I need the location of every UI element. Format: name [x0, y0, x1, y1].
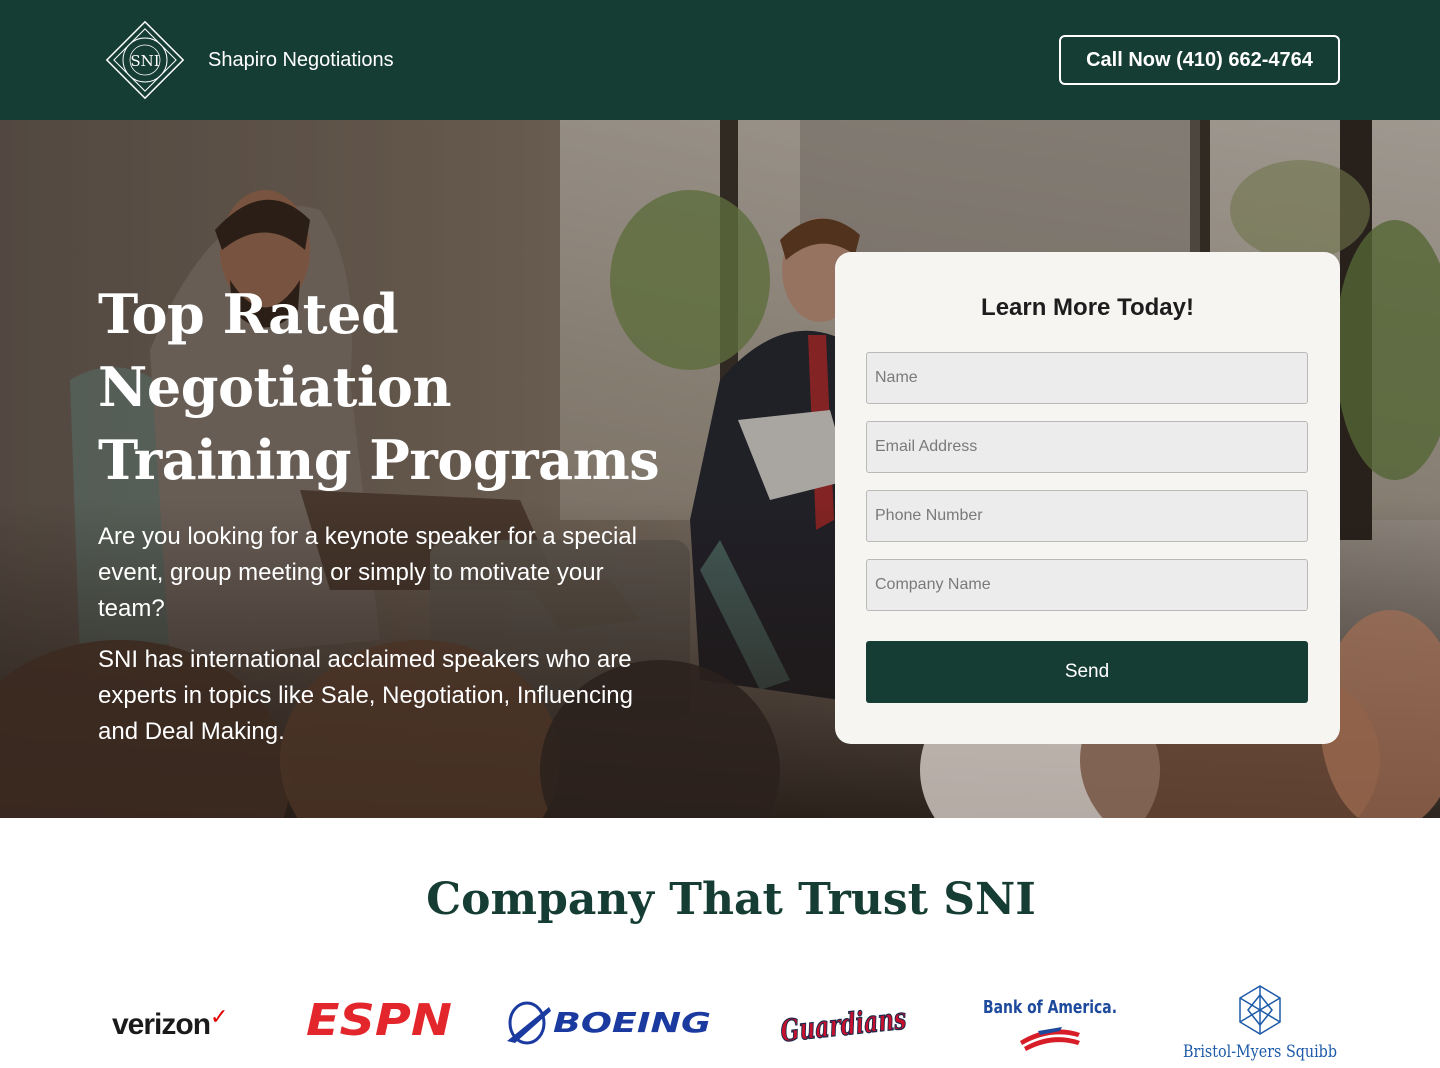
- guardians-logo: Guardians: [777, 995, 909, 1052]
- boeing-wordmark: BOEING: [553, 1006, 711, 1039]
- bms-wordmark: Bristol-Myers Squibb: [1183, 1042, 1337, 1062]
- lead-form: Learn More Today! Send: [835, 252, 1340, 744]
- brand-name[interactable]: Shapiro Negotiations: [208, 49, 394, 72]
- client-logos: verizon✓ ESPN BOEING Guardians Bank of A…: [0, 975, 1440, 1065]
- call-now-button[interactable]: Call Now (410) 662-4764: [1059, 35, 1340, 85]
- bank-of-america-logo: Bank of America.: [980, 993, 1120, 1060]
- phone-field[interactable]: [866, 490, 1308, 542]
- email-field[interactable]: [866, 421, 1308, 473]
- company-input[interactable]: [875, 576, 1299, 594]
- espn-logo: ESPN: [304, 995, 454, 1046]
- hero-intro-paragraph: Are you looking for a keynote speaker fo…: [98, 523, 637, 622]
- verizon-wordmark: verizon: [112, 1008, 211, 1041]
- espn-wordmark: ESPN: [306, 999, 452, 1041]
- boa-flag-icon: [1020, 1027, 1080, 1051]
- hero-title: Top Rated Negotiation Training Programs: [98, 282, 660, 492]
- guardians-wordmark: Guardians: [779, 1001, 908, 1047]
- bristol-myers-squibb-logo: Bristol-Myers Squibb: [1180, 983, 1340, 1068]
- form-title: Learn More Today!: [981, 294, 1194, 321]
- brand[interactable]: SNI Shapiro Negotiations: [102, 17, 394, 103]
- hero-description-paragraph: SNI has international acclaimed speakers…: [98, 646, 633, 745]
- hero-text: Top Rated Negotiation Training Programs …: [98, 278, 718, 750]
- send-button[interactable]: Send: [866, 641, 1308, 703]
- boeing-logo: BOEING: [505, 995, 715, 1056]
- logo-monogram: SNI: [130, 52, 159, 70]
- sni-logo[interactable]: SNI: [102, 17, 188, 103]
- company-field[interactable]: [866, 559, 1308, 611]
- site-header: SNI Shapiro Negotiations Call Now (410) …: [0, 0, 1440, 120]
- email-input[interactable]: [875, 438, 1299, 456]
- trust-section-title: Company That Trust SNI: [426, 874, 1036, 925]
- name-field[interactable]: [866, 352, 1308, 404]
- sni-diamond-logo-icon: SNI: [105, 20, 185, 100]
- name-input[interactable]: [875, 369, 1299, 387]
- boa-wordmark: Bank of America.: [983, 997, 1117, 1018]
- hero-section: Top Rated Negotiation Training Programs …: [0, 120, 1440, 818]
- bms-star-icon: [1239, 985, 1281, 1035]
- phone-input[interactable]: [875, 507, 1299, 525]
- verizon-logo: verizon✓: [112, 1004, 228, 1042]
- verizon-check-icon: ✓: [210, 1004, 228, 1029]
